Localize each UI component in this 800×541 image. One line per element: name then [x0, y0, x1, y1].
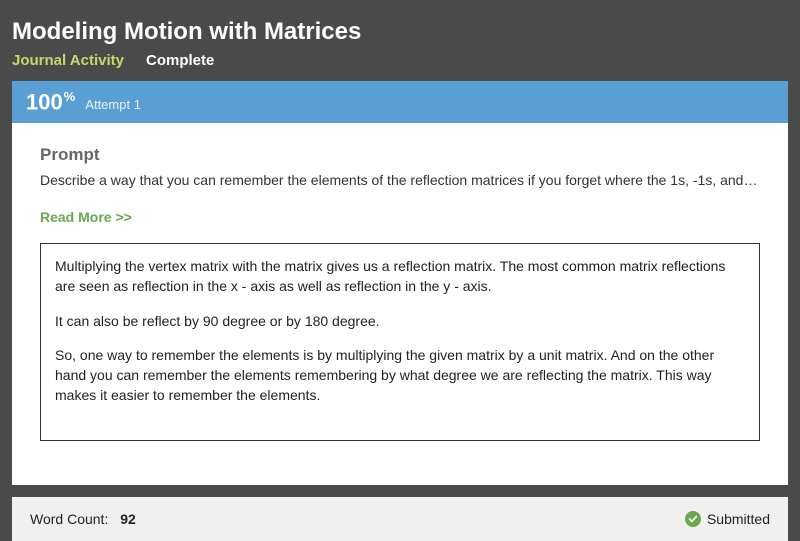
page-title: Modeling Motion with Matrices	[12, 18, 788, 46]
page-subheader: Journal Activity Complete	[12, 52, 788, 69]
response-paragraph: It can also be reflect by 90 degree or b…	[55, 311, 745, 331]
content-panel: Prompt Describe a way that you can remem…	[12, 123, 788, 485]
footer-bar: Word Count: 92 Submitted	[12, 497, 788, 541]
percent-value: 100	[26, 89, 63, 114]
progress-percent: 100%	[26, 89, 75, 115]
response-textarea[interactable]: Multiplying the vertex matrix with the m…	[40, 243, 760, 441]
page-header: Modeling Motion with Matrices Journal Ac…	[0, 0, 800, 81]
read-more-link[interactable]: Read More >>	[40, 209, 132, 225]
activity-type-label: Journal Activity	[12, 52, 124, 69]
response-paragraph: Multiplying the vertex matrix with the m…	[55, 256, 745, 297]
progress-bar: 100% Attempt 1	[12, 81, 788, 123]
percent-symbol: %	[64, 89, 76, 104]
check-circle-icon	[685, 511, 701, 527]
attempt-label: Attempt 1	[85, 97, 141, 112]
prompt-heading: Prompt	[40, 145, 760, 165]
response-paragraph: So, one way to remember the elements is …	[55, 345, 745, 406]
submitted-label: Submitted	[707, 511, 770, 527]
activity-status-label: Complete	[146, 52, 214, 69]
submitted-status: Submitted	[685, 511, 770, 527]
word-count: Word Count: 92	[30, 511, 136, 527]
word-count-label: Word Count:	[30, 511, 108, 527]
prompt-text: Describe a way that you can remember the…	[40, 171, 760, 191]
word-count-value: 92	[120, 511, 136, 527]
